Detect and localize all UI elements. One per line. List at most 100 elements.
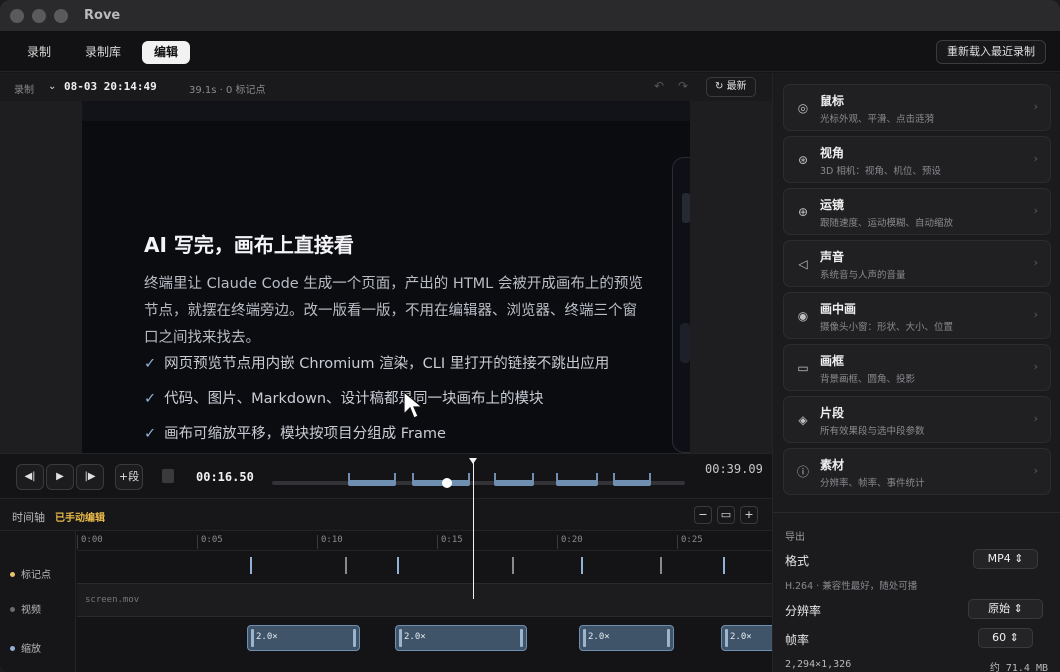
total-duration: 00:39.09 (705, 462, 763, 476)
trash-icon[interactable] (162, 469, 174, 483)
event-marker[interactable] (250, 557, 252, 574)
card-subtitle: 跟随速度、运动模糊、自动缩放 (820, 218, 954, 229)
card-pip[interactable]: ◉ 画中画 摄像头小窗：形状、大小、位置 › (783, 292, 1051, 339)
zoom-icon: ⊕ (797, 205, 809, 219)
format-select[interactable]: MP4 ⇕ (973, 549, 1038, 569)
event-marker[interactable] (397, 557, 399, 574)
resolution-value: 原始 (988, 602, 1011, 615)
card-subtitle: 分辨率、帧率、事件统计 (820, 478, 925, 489)
track-label-text: 标记点 (21, 570, 51, 581)
zoom-window-button[interactable] (54, 9, 68, 23)
segment-end-handle[interactable] (520, 629, 523, 647)
chevron-right-icon: › (1033, 412, 1038, 425)
segment-end-handle[interactable] (353, 629, 356, 647)
event-marker[interactable] (345, 557, 347, 574)
timeline-label: 时间轴 (12, 511, 45, 524)
zoom-segment-label: 2.0× (588, 632, 610, 642)
add-segment-button[interactable]: +段 (115, 464, 143, 490)
event-marker[interactable] (581, 557, 583, 574)
event-marker[interactable] (660, 557, 662, 574)
recording-meta: 39.1s · 0 标记点 (189, 85, 266, 96)
updown-icon: ⇕ (1009, 631, 1019, 644)
card-title: 片段 (820, 406, 845, 420)
play-icon: ▶ (56, 471, 64, 482)
edited-badge: 已手动编辑 (55, 513, 105, 524)
zoom-out-button[interactable]: − (694, 506, 712, 524)
card-subtitle: 所有效果段与选中段参数 (820, 426, 925, 437)
slide-body: 终端里让 Claude Code 生成一个页面，产出的 HTML 会被开成画布上… (144, 276, 643, 346)
reload-latest-recording-button[interactable]: 重新载入最近录制 (936, 40, 1046, 64)
timeline-ruler[interactable]: 0:00 0:05 0:10 0:15 0:20 0:25 (77, 531, 772, 551)
recording-label: 录制 (14, 85, 34, 96)
segment-start-handle[interactable] (725, 629, 728, 647)
app-title: Rove (84, 8, 121, 23)
track-label-text: 视频 (21, 605, 41, 616)
playhead-handle[interactable] (469, 458, 477, 464)
track-dot (10, 607, 15, 612)
scrubber-knob[interactable] (442, 478, 452, 488)
track-dot (10, 646, 15, 651)
redo-icon[interactable]: ↷ (678, 79, 688, 93)
undo-icon[interactable]: ↶ (654, 79, 664, 93)
layers-icon: ◈ (798, 413, 808, 427)
zoom-in-button[interactable]: + (740, 506, 758, 524)
zoom-segment[interactable]: 2.0× (247, 625, 360, 651)
segment-start-handle[interactable] (251, 629, 254, 647)
segment-end-handle[interactable] (667, 629, 670, 647)
bullet-text: 网页预览节点用内嵌 Chromium 渲染，CLI 里打开的链接不跳出应用 (164, 356, 610, 372)
video-track[interactable]: screen.mov (77, 583, 772, 617)
card-mouse[interactable]: ◎ 鼠标 光标外观、平滑、点击涟漪 › (783, 84, 1051, 131)
zoom-segment[interactable]: 2.0× (395, 625, 527, 651)
export-dimensions: 2,294×1,326 (785, 659, 852, 670)
track-label-video: 视频 (10, 601, 41, 616)
skip-forward-button[interactable]: |▶ (76, 464, 104, 490)
frame-icon: ▭ (797, 361, 809, 375)
resolution-select[interactable]: 原始 ⇕ (968, 599, 1043, 619)
card-view[interactable]: ⊛ 视角 3D 相机：视角、机位、预设 › (783, 136, 1051, 183)
card-frame[interactable]: ▭ 画框 背景画框、圆角、投影 › (783, 344, 1051, 391)
latest-button[interactable]: ↻ 最新 (706, 77, 756, 97)
event-marker[interactable] (512, 557, 514, 574)
card-segments[interactable]: ◈ 片段 所有效果段与选中段参数 › (783, 396, 1051, 443)
track-label-markers: 标记点 (10, 566, 51, 581)
scrubber-segment (613, 480, 651, 486)
chevron-right-icon: › (1033, 204, 1038, 217)
tab-edit[interactable]: 编辑 (142, 41, 191, 64)
scrubber-segment (556, 480, 598, 486)
check-icon: ✓ (144, 426, 157, 442)
bullet-text: 代码、图片、Markdown、设计稿都是同一块画布上的模块 (164, 391, 544, 407)
zoom-track[interactable]: 2.0× 2.0× 2.0× 2.0× (77, 619, 781, 672)
segment-start-handle[interactable] (399, 629, 402, 647)
zoom-segment[interactable]: 2.0× (579, 625, 674, 651)
marker-track[interactable] (77, 552, 772, 582)
canvas-top-strip (82, 101, 690, 121)
event-marker[interactable] (723, 557, 725, 574)
timeline-header: 时间轴 已手动编辑 − ▭ + (0, 499, 772, 531)
slide-bullet: ✓ 画布可缩放平移，模块按项目分组成 Frame (144, 422, 446, 443)
chevron-right-icon: › (1033, 256, 1038, 269)
slide-bullet: ✓ 代码、图片、Markdown、设计稿都是同一块画布上的模块 (144, 387, 544, 408)
minimize-window-button[interactable] (32, 9, 46, 23)
chevron-right-icon: › (1033, 100, 1038, 113)
close-window-button[interactable] (10, 9, 24, 23)
tab-library[interactable]: 录制库 (73, 41, 133, 64)
card-audio[interactable]: ◁ 声音 系统音与人声的音量 › (783, 240, 1051, 287)
chevron-right-icon: › (1033, 152, 1038, 165)
chevron-down-icon[interactable]: ⌄ (48, 81, 56, 92)
video-preview[interactable]: AI 写完，画布上直接看 终端里让 Claude Code 生成一个页面，产出的… (0, 101, 772, 453)
fps-select[interactable]: 60 ⇕ (978, 628, 1033, 648)
cursor-icon: ◎ (797, 101, 809, 115)
tab-record[interactable]: 录制 (15, 41, 63, 64)
segment-start-handle[interactable] (583, 629, 586, 647)
play-button[interactable]: ▶ (46, 464, 74, 490)
playhead[interactable] (473, 458, 474, 599)
card-subtitle: 背景画框、圆角、投影 (820, 374, 916, 385)
check-icon: ✓ (144, 391, 157, 407)
fit-button[interactable]: ▭ (717, 506, 735, 524)
card-subtitle: 摄像头小窗：形状、大小、位置 (820, 322, 954, 333)
card-assets[interactable]: ⓘ 素材 分辨率、帧率、事件统计 › (783, 448, 1051, 495)
card-camera-motion[interactable]: ⊕ 运镜 跟随速度、运动模糊、自动缩放 › (783, 188, 1051, 235)
recording-select[interactable]: 08-03 20:14:49 (64, 80, 157, 93)
track-label-text: 缩放 (21, 644, 41, 655)
skip-back-button[interactable]: ◀| (16, 464, 44, 490)
